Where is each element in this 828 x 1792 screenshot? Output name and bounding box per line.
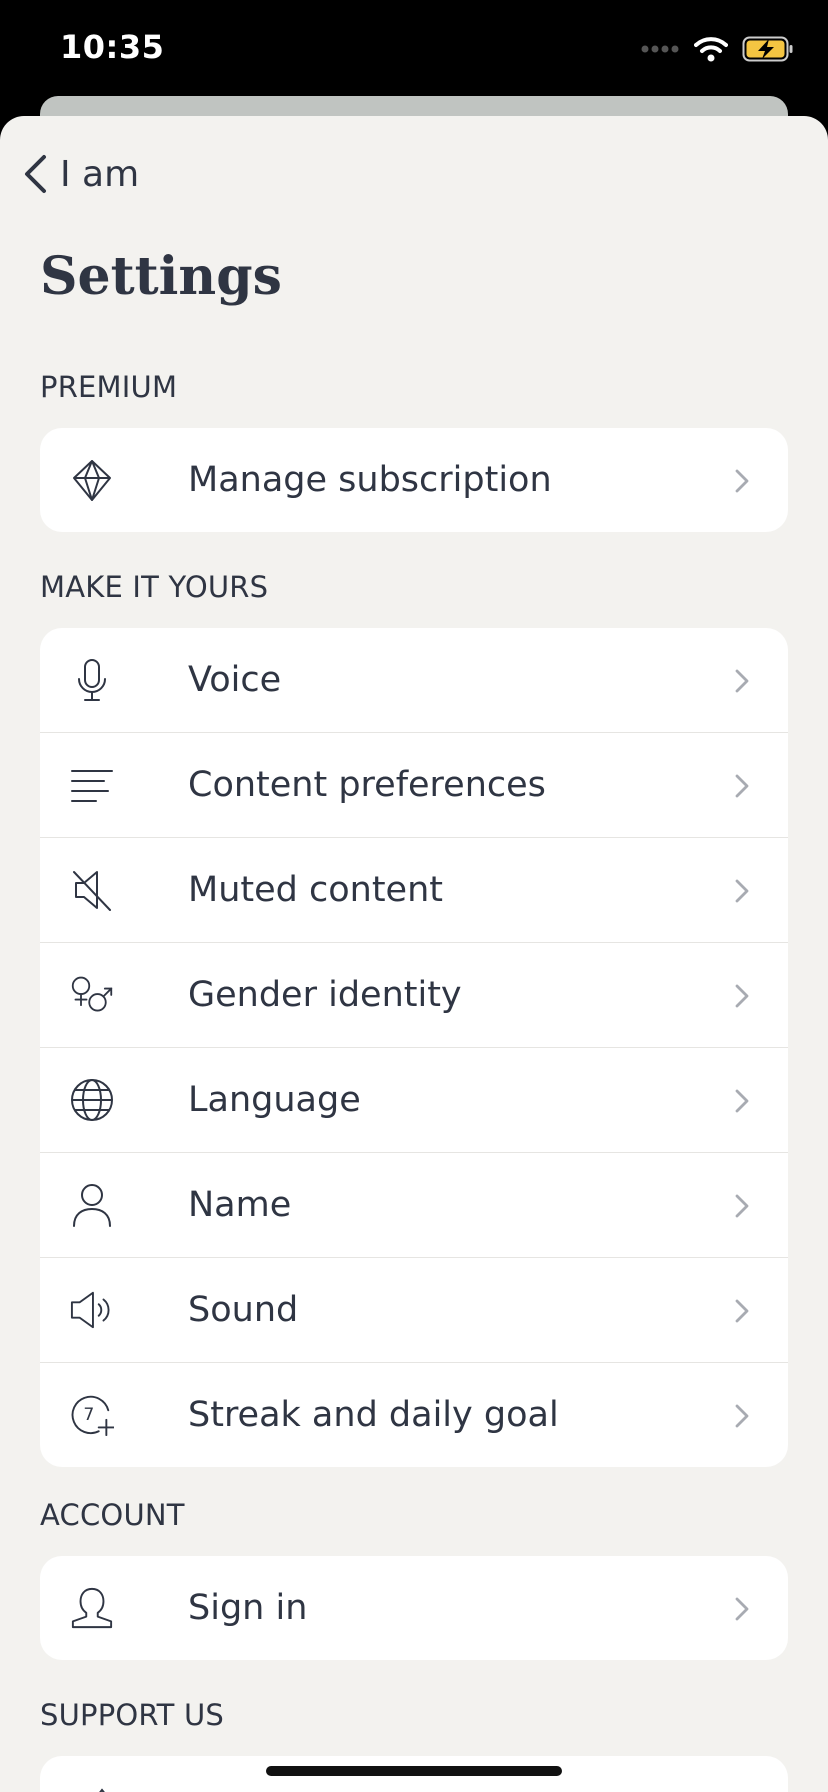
streak-icon-number: 7 — [83, 1405, 94, 1425]
chevron-right-icon — [735, 879, 749, 903]
page-title: Settings — [40, 246, 282, 307]
chevron-left-icon — [25, 155, 46, 193]
support-icon — [99, 1788, 105, 1792]
row-name[interactable]: Name — [40, 1152, 788, 1257]
chevron-right-icon — [735, 669, 749, 693]
section-header-make-it-yours: MAKE IT YOURS — [40, 570, 269, 604]
row-label: Sign in — [188, 1588, 308, 1628]
gender-icon — [70, 973, 114, 1017]
signal-icon — [641, 45, 679, 53]
chevron-right-icon — [735, 1404, 749, 1428]
row-label: Sound — [188, 1290, 299, 1330]
back-button[interactable]: I am — [22, 148, 139, 200]
row-streak-daily-goal[interactable]: 7 Streak and daily goal — [40, 1362, 788, 1467]
lines-icon — [70, 763, 114, 807]
globe-icon — [70, 1078, 114, 1122]
muted-speaker-icon — [70, 868, 114, 912]
row-label: Content preferences — [188, 765, 546, 805]
back-label: I am — [60, 153, 140, 195]
settings-sheet: I am Settings PREMIUM Manage subscriptio… — [0, 116, 828, 1792]
row-sign-in[interactable]: Sign in — [40, 1556, 788, 1660]
row-label: Gender identity — [188, 975, 462, 1015]
person-icon — [70, 1183, 114, 1227]
chevron-right-icon — [735, 984, 749, 1008]
row-label: Streak and daily goal — [188, 1395, 559, 1435]
status-time: 10:35 — [60, 28, 165, 66]
row-label: Voice — [188, 660, 282, 700]
row-muted-content[interactable]: Muted content — [40, 837, 788, 942]
row-sound[interactable]: Sound — [40, 1257, 788, 1362]
speaker-icon — [70, 1288, 114, 1332]
home-indicator — [266, 1766, 562, 1776]
row-voice[interactable]: Voice — [40, 628, 788, 732]
status-bar: 10:35 — [0, 0, 828, 110]
row-gender-identity[interactable]: Gender identity — [40, 942, 788, 1047]
row-label: Muted content — [188, 870, 443, 910]
row-content-preferences[interactable]: Content preferences — [40, 732, 788, 837]
chevron-right-icon — [735, 774, 749, 798]
diamond-icon — [70, 458, 114, 502]
chevron-right-icon — [735, 1299, 749, 1323]
status-icons — [640, 34, 794, 64]
row-label: Name — [188, 1185, 292, 1225]
row-manage-subscription[interactable]: Manage subscription — [40, 428, 788, 532]
row-language[interactable]: Language — [40, 1047, 788, 1152]
row-label: Manage subscription — [188, 460, 552, 500]
microphone-icon — [70, 658, 114, 702]
section-header-premium: PREMIUM — [40, 370, 178, 404]
streak-icon: 7 — [70, 1393, 114, 1437]
section-header-support-us: SUPPORT US — [40, 1698, 225, 1732]
account-group: Sign in — [40, 1556, 788, 1660]
user-icon — [70, 1586, 114, 1630]
chevron-right-icon — [735, 1194, 749, 1218]
battery-charging-icon — [742, 36, 793, 62]
row-label: Language — [188, 1080, 361, 1120]
chevron-right-icon — [735, 469, 749, 493]
chevron-right-icon — [735, 1089, 749, 1113]
wifi-icon — [694, 37, 728, 62]
chevron-right-icon — [735, 1597, 749, 1621]
premium-group: Manage subscription — [40, 428, 788, 532]
make-it-yours-group: Voice Content preferences Muted content … — [40, 628, 788, 1467]
section-header-account: ACCOUNT — [40, 1498, 185, 1532]
